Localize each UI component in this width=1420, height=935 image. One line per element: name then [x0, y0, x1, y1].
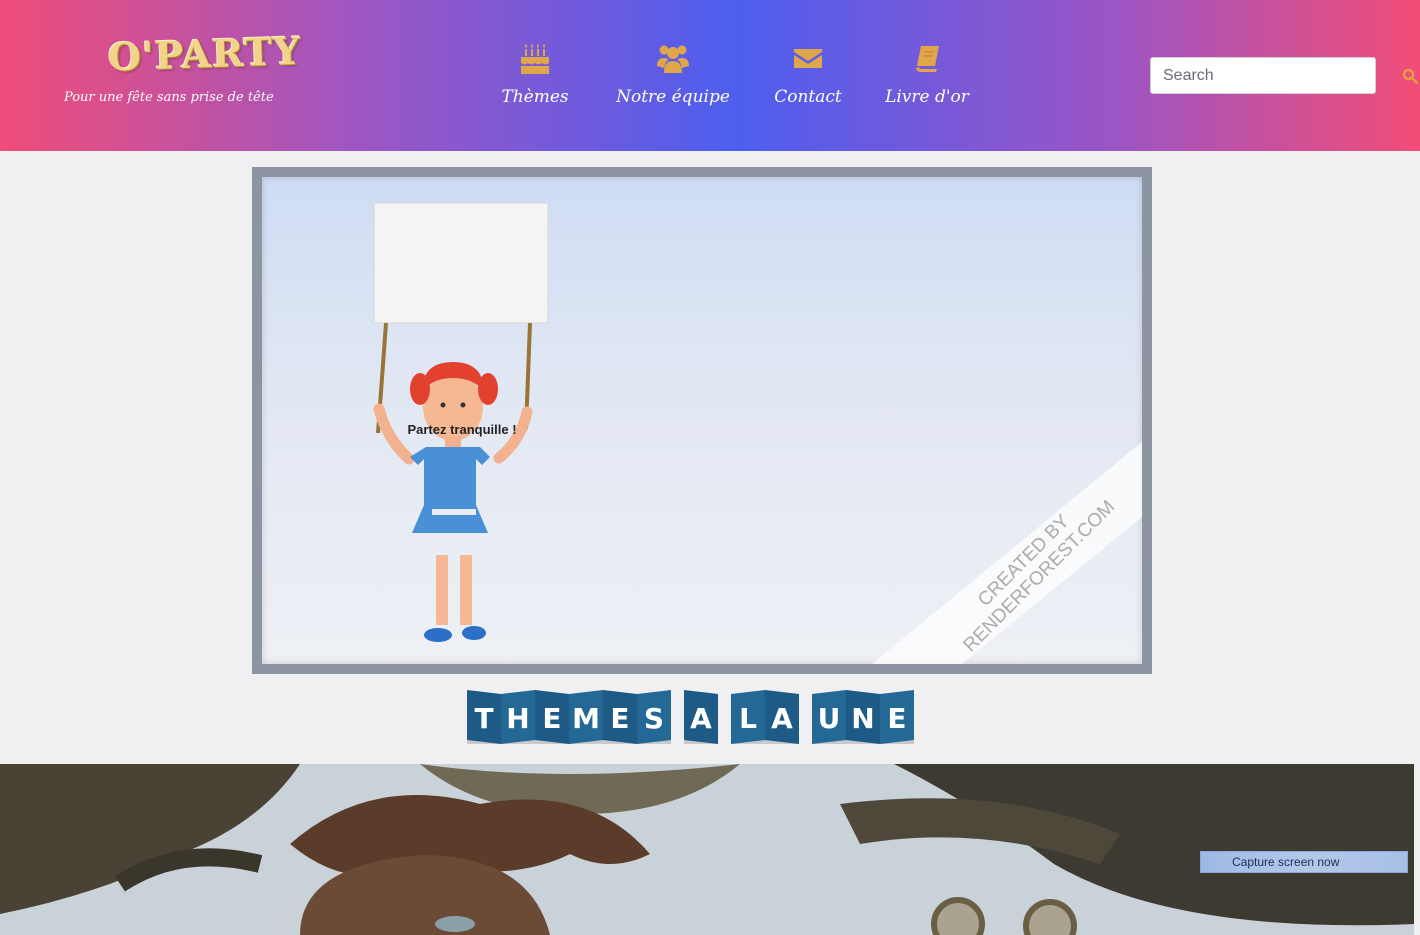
banner-letter: S [644, 702, 664, 735]
envelope-icon [794, 49, 822, 68]
banner-letter: N [851, 702, 874, 735]
search-input[interactable] [1150, 57, 1376, 94]
banner-letter: A [771, 702, 793, 735]
capture-screen-button[interactable]: Capture screen now [1200, 851, 1408, 873]
site-header: O'PARTY Pour une fête sans prise de tête… [0, 0, 1420, 151]
banner-letter: E [887, 702, 906, 735]
nav-label-guestbook: Livre d'or [885, 87, 969, 107]
nav-item-contact[interactable]: Contact [768, 42, 848, 107]
banner-letter: T [474, 702, 493, 735]
nav-item-themes[interactable]: Thèmes [492, 42, 578, 107]
banner-letter: A [690, 702, 712, 735]
banner-letter: E [610, 702, 629, 735]
banner-word: THEMES [467, 690, 671, 744]
banner-word: LA [731, 690, 799, 744]
themes-a-la-une-banner: THEMESALAUNE [467, 690, 937, 744]
site-logo[interactable]: O'PARTY [107, 28, 302, 84]
banner-letter: E [542, 702, 561, 735]
nav-label-team: Notre équipe [616, 87, 730, 107]
pirate-photo-image [0, 764, 1414, 935]
birthday-cake-icon [521, 44, 549, 74]
banner-word: A [684, 690, 718, 744]
hero-video[interactable]: Partez tranquille ! CREATED BY RENDERFOR… [252, 167, 1152, 674]
pirate-photo [0, 764, 1414, 935]
site-tagline: Pour une fête sans prise de tête [64, 90, 274, 105]
banner-word: UNE [812, 690, 914, 744]
nav-label-themes: Thèmes [501, 87, 569, 107]
search-icon[interactable] [1402, 68, 1418, 84]
nav-label-contact: Contact [774, 87, 842, 107]
banner-letter: U [818, 702, 841, 735]
themes-banner-graphic: THEMESALAUNE [467, 690, 914, 744]
sign-text: Partez tranquille ! [407, 422, 517, 437]
banner-letter: H [506, 702, 529, 735]
nav-item-guestbook[interactable]: Livre d'or [880, 42, 974, 107]
users-icon [657, 45, 689, 73]
banner-letter: M [572, 702, 600, 735]
banner-letter: L [739, 702, 757, 735]
book-icon [916, 46, 939, 72]
nav-item-team[interactable]: Notre équipe [608, 42, 738, 107]
